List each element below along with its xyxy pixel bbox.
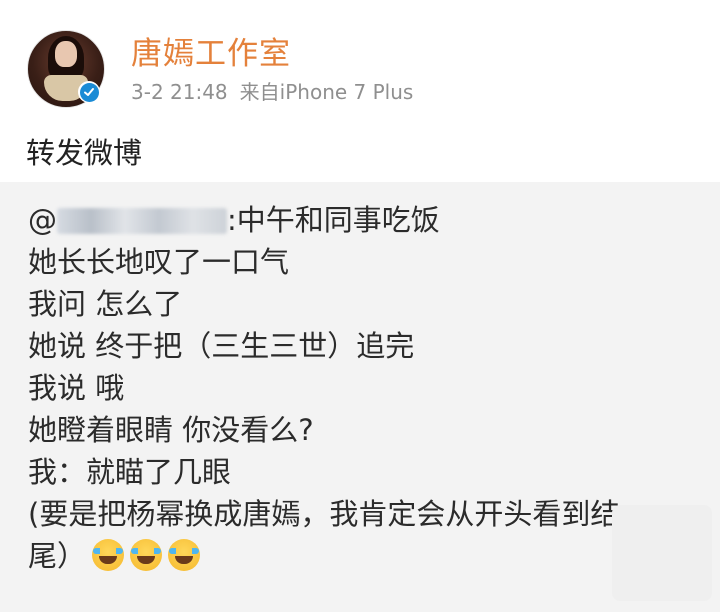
avatar-face [55, 41, 77, 67]
laugh-cry-icon [92, 539, 125, 571]
repost-text: 转发微博 [26, 136, 143, 170]
laugh-cry-icon [168, 539, 201, 571]
quoted-line-8: (要是把杨幂换成唐嫣，我肯定会从开头看到结 [28, 497, 620, 531]
post-timestamp: 3-2 21:48 [131, 80, 228, 104]
quoted-line-6: 她瞪着眼睛 你没看么? [28, 413, 314, 447]
laugh-cry-icon [130, 539, 163, 571]
watermark-placeholder [612, 505, 712, 601]
quoted-text: :中午和同事吃饭 [227, 203, 440, 237]
quoted-line-9-text: 尾） [28, 539, 87, 573]
verified-check-icon [79, 82, 99, 102]
author-name[interactable]: 唐嫣工作室 [131, 28, 291, 73]
quoted-line-2: 她长长地叹了一口气 [28, 245, 290, 279]
quoted-line-1: @ :中午和同事吃饭 [28, 202, 440, 238]
mention-username-blurred[interactable] [57, 208, 227, 234]
mention-at-sign[interactable]: @ [28, 203, 57, 237]
quoted-line-4: 她说 终于把（三生三世）追完 [28, 329, 415, 363]
post-header: 唐嫣工作室 3-2 21:48 来自iPhone 7 Plus [0, 0, 720, 112]
quoted-line-9: 尾） [28, 538, 201, 574]
quoted-line-3: 我问 怎么了 [28, 287, 183, 321]
checkmark-icon [84, 88, 94, 96]
post-meta: 3-2 21:48 来自iPhone 7 Plus [131, 76, 413, 105]
quoted-line-5: 我说 哦 [28, 371, 125, 405]
post-source[interactable]: 来自iPhone 7 Plus [240, 80, 414, 104]
quoted-line-7: 我：就瞄了几眼 [28, 455, 232, 489]
verified-badge-icon [78, 81, 100, 103]
